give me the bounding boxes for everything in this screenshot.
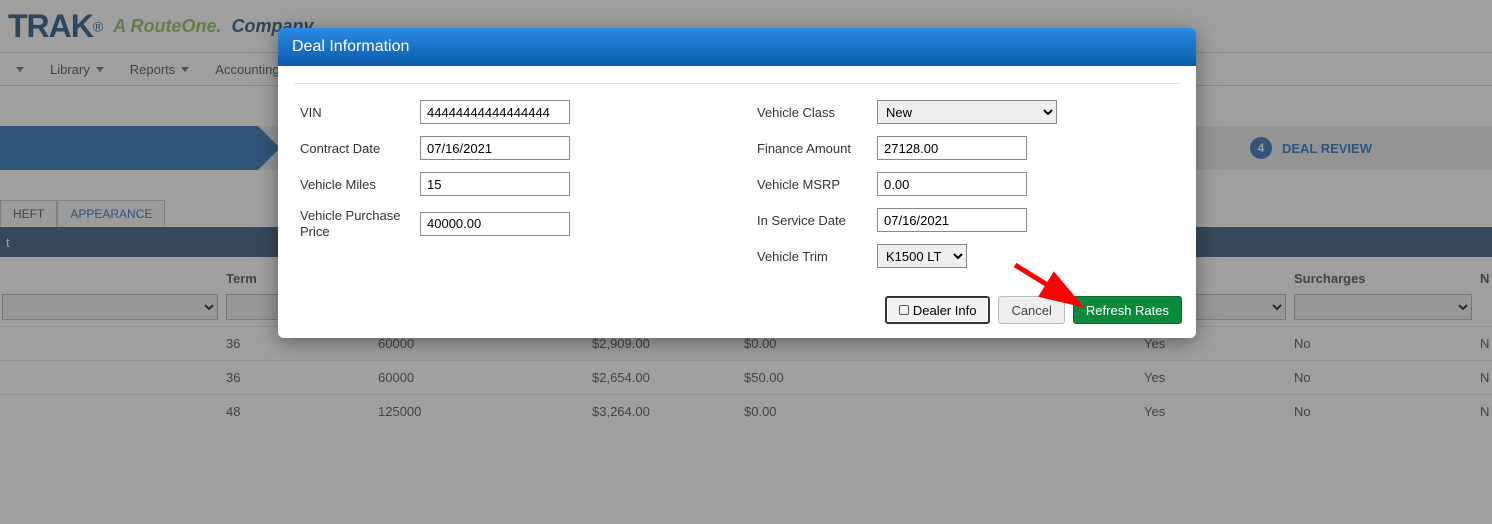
deal-information-modal: Deal Information VIN Contract Date Vehic… bbox=[278, 28, 1196, 338]
dealer-info-button[interactable]: Dealer Info bbox=[885, 296, 991, 324]
cancel-label: Cancel bbox=[1011, 303, 1051, 318]
form-right-column: Vehicle Class New Finance Amount Vehicle… bbox=[757, 100, 1174, 280]
purchase-price-input[interactable] bbox=[420, 212, 570, 236]
cancel-button[interactable]: Cancel bbox=[998, 296, 1064, 324]
vehicle-miles-input[interactable] bbox=[420, 172, 570, 196]
purchase-price-label: Vehicle Purchase Price bbox=[300, 208, 420, 239]
in-service-date-label: In Service Date bbox=[757, 213, 877, 228]
contract-date-input[interactable] bbox=[420, 136, 570, 160]
finance-amount-input[interactable] bbox=[877, 136, 1027, 160]
vehicle-miles-label: Vehicle Miles bbox=[300, 177, 420, 192]
refresh-rates-button[interactable]: Refresh Rates bbox=[1073, 296, 1182, 324]
checkbox-icon bbox=[899, 305, 909, 315]
vin-input[interactable] bbox=[420, 100, 570, 124]
vehicle-trim-select[interactable]: K1500 LT bbox=[877, 244, 967, 268]
finance-amount-label: Finance Amount bbox=[757, 141, 877, 156]
dealer-info-label: Dealer Info bbox=[913, 303, 977, 318]
form-left-column: VIN Contract Date Vehicle Miles Vehicle … bbox=[300, 100, 717, 280]
vehicle-class-select[interactable]: New bbox=[877, 100, 1057, 124]
contract-date-label: Contract Date bbox=[300, 141, 420, 156]
vehicle-msrp-input[interactable] bbox=[877, 172, 1027, 196]
modal-footer: Dealer Info Cancel Refresh Rates bbox=[278, 288, 1196, 338]
refresh-rates-label: Refresh Rates bbox=[1086, 303, 1169, 318]
vehicle-msrp-label: Vehicle MSRP bbox=[757, 177, 877, 192]
vin-label: VIN bbox=[300, 105, 420, 120]
vehicle-trim-label: Vehicle Trim bbox=[757, 249, 877, 264]
vehicle-class-label: Vehicle Class bbox=[757, 105, 877, 120]
in-service-date-input[interactable] bbox=[877, 208, 1027, 232]
modal-title: Deal Information bbox=[278, 28, 1196, 66]
